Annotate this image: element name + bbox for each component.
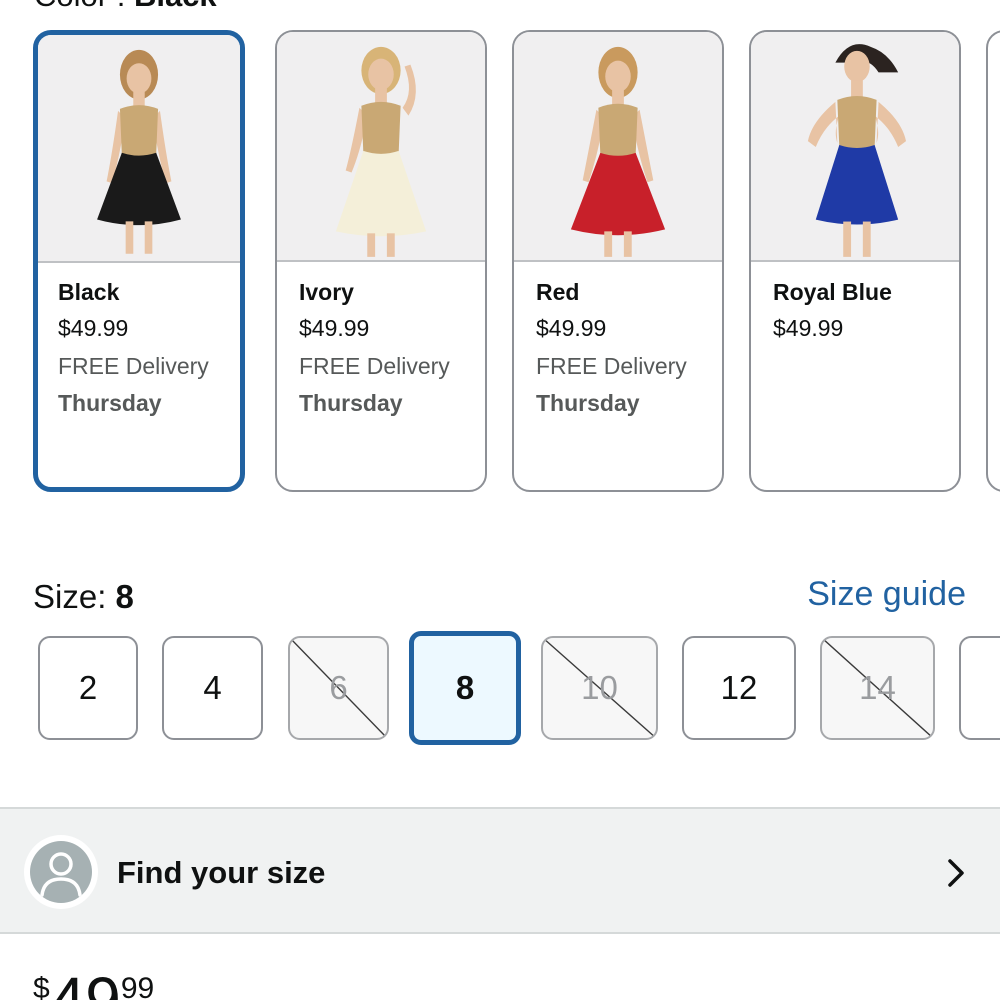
swatch-name: Black — [58, 279, 120, 305]
swatch-name: Ivory — [299, 279, 354, 305]
price-fraction: 99 — [120, 972, 155, 1000]
find-your-size-row[interactable]: Find your size — [0, 807, 1000, 934]
swatch-delivery: FREE Delivery — [58, 353, 209, 379]
swatch-name: Red — [536, 279, 580, 305]
price-whole: 49 — [49, 964, 121, 1000]
size-label: Size: — [33, 578, 107, 615]
chevron-right-icon — [948, 859, 964, 887]
swatch-name: Royal Blue — [773, 279, 892, 305]
size-option-6[interactable]: 6 — [288, 636, 389, 740]
swatch-delivery: FREE Delivery — [536, 353, 687, 379]
size-option-12[interactable]: 12 — [682, 636, 796, 740]
swatch-delivery-day: Thursday — [299, 390, 403, 416]
swatch-delivery: FREE Delivery — [299, 353, 450, 379]
selected-color-value: Black — [134, 0, 217, 13]
dress-figure-royal-blue — [807, 44, 907, 257]
swatch-price: $49.99 — [299, 315, 370, 341]
dress-figure-black — [97, 49, 181, 254]
size-selector-header: Size: 8 — [33, 578, 134, 616]
color-swatch-black[interactable]: Black $49.99 FREE Delivery Thursday — [33, 30, 245, 492]
product-image-ivory — [277, 32, 485, 262]
size-option-4[interactable]: 4 — [162, 636, 263, 740]
size-option-8[interactable]: 8 — [409, 631, 521, 745]
swatch-price: $49.99 — [773, 315, 844, 341]
color-label: Color : — [34, 0, 125, 13]
product-image-black — [38, 35, 240, 263]
swatch-price: $49.99 — [536, 315, 607, 341]
size-option-label: 8 — [455, 669, 475, 706]
swatch-delivery-day: Thursday — [58, 390, 162, 416]
color-selector-header: Color : Black — [34, 0, 217, 14]
color-swatch-royal-blue[interactable]: Royal Blue $49.99 — [749, 30, 961, 492]
avatar — [24, 835, 98, 909]
size-guide-link[interactable]: Size guide — [807, 575, 966, 614]
size-option-10[interactable]: 10 — [541, 636, 658, 740]
size-option-14[interactable]: 14 — [820, 636, 935, 740]
color-swatch-next-partial[interactable] — [986, 30, 1000, 492]
swatch-price: $49.99 — [58, 315, 129, 341]
selected-size-value: 8 — [115, 578, 134, 615]
size-option-label: 12 — [720, 669, 758, 706]
price-currency-symbol: $ — [33, 972, 50, 1000]
size-option-label: 14 — [859, 669, 896, 706]
size-option-label: 2 — [78, 669, 98, 706]
product-image-red — [514, 32, 722, 262]
size-option-label: 10 — [581, 669, 618, 706]
swatch-delivery-day: Thursday — [536, 390, 640, 416]
product-image-royal-blue — [751, 32, 959, 262]
color-swatch-red[interactable]: Red $49.99 FREE Delivery Thursday — [512, 30, 724, 492]
size-option-label: 4 — [203, 669, 222, 706]
size-option-label: 6 — [329, 669, 348, 706]
color-swatch-ivory[interactable]: Ivory $49.99 FREE Delivery Thursday — [275, 30, 487, 492]
size-option-2[interactable]: 2 — [38, 636, 138, 740]
person-icon — [30, 841, 92, 903]
dress-figure-red — [570, 46, 666, 257]
product-price: $4999 — [33, 968, 154, 1000]
dress-figure-ivory — [335, 46, 427, 257]
size-option-next-partial[interactable] — [959, 636, 1000, 740]
find-your-size-label: Find your size — [117, 855, 326, 890]
